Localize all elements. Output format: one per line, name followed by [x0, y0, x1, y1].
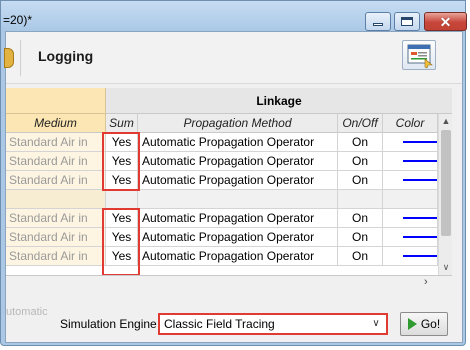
- medium-cell[interactable]: Standard Air in: [6, 228, 106, 247]
- client-area: Logging Linkage Medium Sum Propagation M…: [4, 31, 463, 343]
- column-header-propagation-method[interactable]: Propagation Method: [138, 114, 338, 133]
- vertical-scroll-thumb[interactable]: [441, 130, 451, 236]
- propagation-method-cell[interactable]: Automatic Propagation Operator: [138, 152, 338, 171]
- sum-highlight-box-lower: [102, 208, 140, 275]
- group-header-empty: [6, 88, 106, 114]
- simulation-engine-value: Classic Field Tracing: [164, 317, 275, 331]
- window-title: =20)*: [3, 13, 33, 27]
- propagation-method-cell[interactable]: Automatic Propagation Operator: [138, 133, 338, 152]
- medium-cell[interactable]: [6, 190, 106, 209]
- color-line-swatch: [403, 179, 437, 181]
- propagation-method-cell[interactable]: Automatic Propagation Operator: [138, 171, 338, 190]
- column-header-sum[interactable]: Sum: [106, 114, 138, 133]
- onoff-cell[interactable]: On: [338, 152, 383, 171]
- color-cell[interactable]: [383, 190, 438, 209]
- scroll-up-icon[interactable]: ▲: [441, 116, 451, 126]
- color-line-swatch: [403, 236, 437, 238]
- toolbar-separator: [20, 40, 21, 76]
- minimize-button[interactable]: [365, 12, 391, 31]
- color-cell[interactable]: [383, 171, 438, 190]
- color-cell[interactable]: [383, 209, 438, 228]
- medium-cell[interactable]: Standard Air in: [6, 247, 106, 266]
- report-button[interactable]: [402, 40, 436, 70]
- color-cell[interactable]: [383, 152, 438, 171]
- scroll-right-icon[interactable]: ›: [424, 276, 428, 288]
- column-header-medium[interactable]: Medium: [6, 114, 106, 133]
- column-header-row: Medium Sum Propagation Method On/Off Col…: [6, 114, 452, 133]
- simulation-engine-label: Simulation Engine: [60, 317, 157, 331]
- table-row[interactable]: Standard Air in Yes Automatic Propagatio…: [6, 209, 452, 228]
- onoff-cell[interactable]: [338, 190, 383, 209]
- table-row[interactable]: Standard Air in Yes Automatic Propagatio…: [6, 152, 452, 171]
- propagation-method-cell[interactable]: Automatic Propagation Operator: [138, 247, 338, 266]
- propagation-method-cell[interactable]: Automatic Propagation Operator: [138, 228, 338, 247]
- minimize-icon: [373, 23, 383, 26]
- partial-toolbar-icon[interactable]: [4, 48, 14, 68]
- column-header-color[interactable]: Color: [383, 114, 438, 133]
- play-icon: [407, 318, 417, 330]
- medium-cell[interactable]: Standard Air in: [6, 209, 106, 228]
- title-bar: =20)* ✕: [1, 1, 467, 31]
- sum-cell[interactable]: [106, 190, 138, 209]
- table-row[interactable]: Standard Air in Yes Automatic Propagatio…: [6, 247, 452, 266]
- linkage-grid: Linkage Medium Sum Propagation Method On…: [6, 88, 452, 276]
- color-line-swatch: [403, 217, 437, 219]
- onoff-cell[interactable]: On: [338, 209, 383, 228]
- disabled-automatic-label: utomatic: [6, 306, 48, 318]
- report-icon: [407, 44, 433, 69]
- group-header-row: Linkage: [6, 88, 452, 114]
- close-icon: ✕: [439, 13, 452, 30]
- group-header-linkage: Linkage: [106, 88, 452, 114]
- color-cell[interactable]: [383, 228, 438, 247]
- color-line-swatch: [403, 255, 437, 257]
- maximize-button[interactable]: [394, 12, 420, 31]
- horizontal-scrollbar[interactable]: ›: [6, 276, 452, 292]
- table-row[interactable]: Standard Air in Yes Automatic Propagatio…: [6, 133, 452, 152]
- maximize-icon: [401, 17, 413, 26]
- onoff-cell[interactable]: On: [338, 133, 383, 152]
- onoff-cell[interactable]: On: [338, 171, 383, 190]
- go-button-label: Go!: [420, 317, 441, 331]
- toolbar: Logging: [4, 32, 462, 84]
- color-cell[interactable]: [383, 133, 438, 152]
- sum-highlight-box-upper: [102, 132, 140, 191]
- table-row[interactable]: Standard Air in Yes Automatic Propagatio…: [6, 171, 452, 190]
- logging-tab[interactable]: Logging: [38, 48, 93, 64]
- close-button[interactable]: ✕: [424, 12, 467, 31]
- go-button[interactable]: Go!: [400, 312, 448, 336]
- onoff-cell[interactable]: On: [338, 228, 383, 247]
- scroll-down-icon[interactable]: ∨: [441, 262, 451, 273]
- app-window: =20)* ✕ Logging Linkage Medium Sum Propa…: [0, 0, 467, 346]
- vertical-scrollbar[interactable]: ▲ ∨: [438, 114, 452, 275]
- color-line-swatch: [403, 141, 437, 143]
- onoff-cell[interactable]: On: [338, 247, 383, 266]
- simulation-engine-dropdown[interactable]: Classic Field Tracing ∨: [158, 313, 388, 335]
- color-line-swatch: [403, 160, 437, 162]
- medium-cell[interactable]: Standard Air in: [6, 171, 106, 190]
- color-cell[interactable]: [383, 247, 438, 266]
- propagation-method-cell[interactable]: Automatic Propagation Operator: [138, 209, 338, 228]
- table-row-empty[interactable]: [6, 190, 452, 209]
- column-header-onoff[interactable]: On/Off: [338, 114, 383, 133]
- medium-cell[interactable]: Standard Air in: [6, 133, 106, 152]
- table-row[interactable]: Standard Air in Yes Automatic Propagatio…: [6, 228, 452, 247]
- medium-cell[interactable]: Standard Air in: [6, 152, 106, 171]
- chevron-down-icon[interactable]: ∨: [368, 315, 384, 333]
- propagation-method-cell[interactable]: [138, 190, 338, 209]
